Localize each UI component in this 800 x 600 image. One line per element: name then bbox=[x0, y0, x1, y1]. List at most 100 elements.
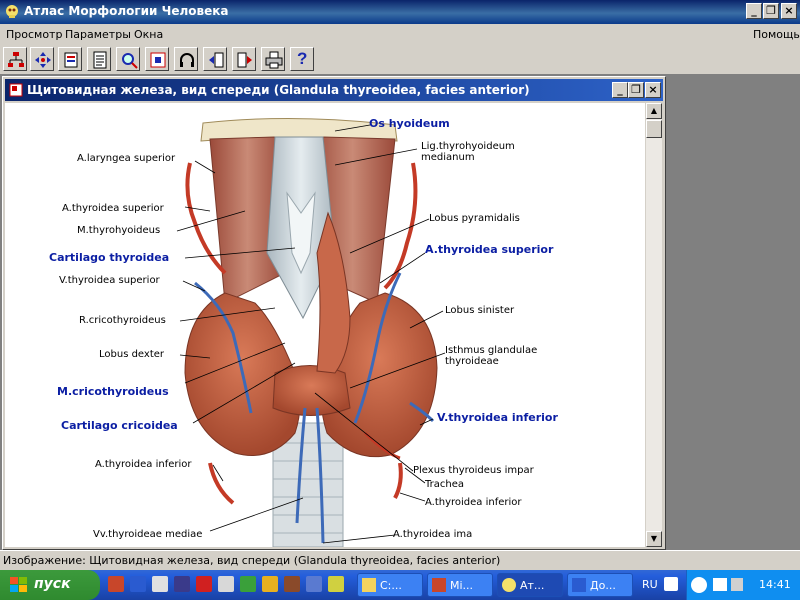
quicklaunch-k-icon[interactable] bbox=[196, 576, 212, 592]
quicklaunch-device-icon[interactable] bbox=[218, 576, 234, 592]
back-button[interactable] bbox=[203, 47, 227, 71]
print-button[interactable] bbox=[261, 47, 285, 71]
label-thyroideae: thyroideae bbox=[445, 356, 499, 367]
menu-windows[interactable]: Окна bbox=[134, 28, 163, 41]
label-a-laryngea-superior: A.laryngea superior bbox=[77, 153, 176, 164]
image-window-title-bar: Щитовидная железа, вид спереди (Glandula… bbox=[5, 79, 663, 101]
task-explorer[interactable]: C:... bbox=[357, 573, 423, 597]
system-tray: 14:41 bbox=[686, 570, 800, 600]
status-bar: Изображение: Щитовидная железа, вид спер… bbox=[0, 550, 800, 571]
volume-tray-icon[interactable] bbox=[731, 578, 743, 591]
forward-button[interactable] bbox=[232, 47, 256, 71]
image-window: Щитовидная железа, вид спереди (Glandula… bbox=[2, 76, 666, 550]
image-restore-button[interactable]: ❐ bbox=[628, 82, 644, 98]
help-tray-icon[interactable] bbox=[664, 577, 678, 591]
help-button[interactable]: ? bbox=[290, 47, 314, 71]
label-v-thyroidea-inferior: V.thyroidea inferior bbox=[437, 411, 558, 424]
windows-logo-icon bbox=[10, 577, 27, 592]
audio-button[interactable] bbox=[174, 47, 198, 71]
document-icon bbox=[93, 51, 107, 69]
label-m-thyrohyoideus: M.thyrohyoideus bbox=[77, 225, 161, 236]
printer-tray-icon[interactable] bbox=[713, 578, 727, 591]
label-a-thyroidea-ima: A.thyroidea ima bbox=[393, 529, 473, 540]
label-os-hyoideum: Os hyoideum bbox=[369, 117, 450, 130]
quicklaunch-table-icon[interactable] bbox=[152, 576, 168, 592]
tree-icon bbox=[8, 52, 24, 67]
image-minimize-button[interactable]: _ bbox=[612, 82, 628, 98]
skull-icon bbox=[6, 5, 18, 18]
grid-icon bbox=[150, 52, 166, 68]
taskbar: пуск C:... Mi... Ат... До... RU 14:41 bbox=[0, 570, 800, 600]
app-close-button[interactable]: × bbox=[781, 3, 797, 19]
label-cartilago-cricoidea: Cartilago cricoidea bbox=[61, 419, 178, 432]
label-a-thyroidea-inferior-right: A.thyroidea inferior bbox=[425, 497, 522, 508]
label-a-thyroidea-superior-right: A.thyroidea superior bbox=[425, 243, 554, 256]
label-a-thyroidea-inferior-left: A.thyroidea inferior bbox=[95, 459, 192, 470]
search-icon bbox=[122, 53, 138, 69]
atlas-image-area: Os hyoideum A.laryngea superior Lig.thyr… bbox=[5, 103, 645, 547]
toolbar: ? bbox=[0, 44, 800, 75]
status-text: Изображение: Щитовидная железа, вид спер… bbox=[3, 554, 501, 567]
print-icon bbox=[265, 51, 283, 69]
label-isthmus-glandulae: Isthmus glandulae bbox=[445, 345, 538, 356]
label-cartilago-thyroidea: Cartilago thyroidea bbox=[49, 251, 170, 264]
menu-parameters[interactable]: Параметры bbox=[65, 28, 131, 41]
label-m-cricothyroideus: M.cricothyroideus bbox=[57, 385, 169, 398]
label-lobus-dexter: Lobus dexter bbox=[99, 349, 165, 360]
document-button[interactable] bbox=[87, 47, 111, 71]
powerpoint-icon bbox=[432, 578, 446, 592]
start-button[interactable]: пуск bbox=[0, 570, 100, 600]
headphones-icon bbox=[180, 53, 194, 67]
vertical-scrollbar[interactable]: ▲ ▼ bbox=[646, 103, 662, 547]
search-button[interactable] bbox=[116, 47, 140, 71]
label-lig-thyrohyoideum: Lig.thyrohyoideum bbox=[421, 141, 515, 152]
scroll-up-button[interactable]: ▲ bbox=[646, 103, 662, 119]
app-title: Атлас Морфологии Человека bbox=[24, 4, 229, 18]
menu-help[interactable]: Помощь bbox=[753, 28, 800, 41]
window-icon bbox=[9, 83, 23, 97]
image-close-button[interactable]: × bbox=[645, 82, 661, 98]
label-lobus-sinister: Lobus sinister bbox=[445, 305, 515, 316]
task-atlas[interactable]: Ат... bbox=[497, 573, 563, 597]
quicklaunch-window-icon[interactable] bbox=[306, 576, 322, 592]
task-atlas-label: Ат... bbox=[520, 579, 545, 592]
quicklaunch-disk-icon[interactable] bbox=[174, 576, 190, 592]
label-v-thyroidea-superior: V.thyroidea superior bbox=[59, 275, 160, 286]
quicklaunch-tool-icon[interactable] bbox=[328, 576, 344, 592]
label-vv-thyroideae-mediae: Vv.thyroideae mediae bbox=[93, 529, 203, 540]
task-word-label: До... bbox=[590, 579, 616, 592]
task-powerpoint[interactable]: Mi... bbox=[427, 573, 493, 597]
app-restore-button[interactable]: ❐ bbox=[763, 3, 779, 19]
show-hidden-icons-icon[interactable] bbox=[691, 577, 707, 593]
quicklaunch-app-icon[interactable] bbox=[262, 576, 278, 592]
tree-button[interactable] bbox=[3, 47, 27, 71]
label-lobus-pyramidalis: Lobus pyramidalis bbox=[429, 213, 520, 224]
index-button[interactable] bbox=[58, 47, 82, 71]
menu-bar: Просмотр Параметры Окна Помощь bbox=[0, 24, 800, 44]
label-plexus-thyroideus-impar: Plexus thyroideus impar bbox=[413, 465, 534, 476]
task-word[interactable]: До... bbox=[567, 573, 633, 597]
folder-icon bbox=[362, 578, 376, 592]
scroll-down-button[interactable]: ▼ bbox=[646, 531, 662, 547]
language-indicator[interactable]: RU bbox=[642, 578, 658, 591]
label-trachea: Trachea bbox=[425, 479, 464, 490]
quicklaunch-powerpoint-icon[interactable] bbox=[108, 576, 124, 592]
label-medianum: medianum bbox=[421, 152, 475, 163]
grid-button[interactable] bbox=[145, 47, 169, 71]
quicklaunch-word-icon[interactable] bbox=[130, 576, 146, 592]
help-icon: ? bbox=[297, 49, 308, 68]
app-title-bar: Атлас Морфологии Человека _ ❐ × bbox=[0, 0, 800, 24]
app-minimize-button[interactable]: _ bbox=[746, 3, 762, 19]
task-explorer-label: C:... bbox=[380, 579, 402, 592]
back-icon bbox=[209, 52, 224, 68]
forward-icon bbox=[237, 52, 252, 68]
menu-view[interactable]: Просмотр bbox=[6, 28, 62, 41]
clock: 14:41 bbox=[759, 578, 791, 591]
scroll-thumb[interactable] bbox=[646, 120, 662, 138]
word-icon bbox=[572, 578, 586, 592]
start-label: пуск bbox=[34, 576, 71, 592]
quicklaunch-media-icon[interactable] bbox=[240, 576, 256, 592]
quicklaunch-atlas-icon[interactable] bbox=[284, 576, 300, 592]
navigate-button[interactable] bbox=[30, 47, 54, 71]
label-r-cricothyroideus: R.cricothyroideus bbox=[79, 315, 166, 326]
